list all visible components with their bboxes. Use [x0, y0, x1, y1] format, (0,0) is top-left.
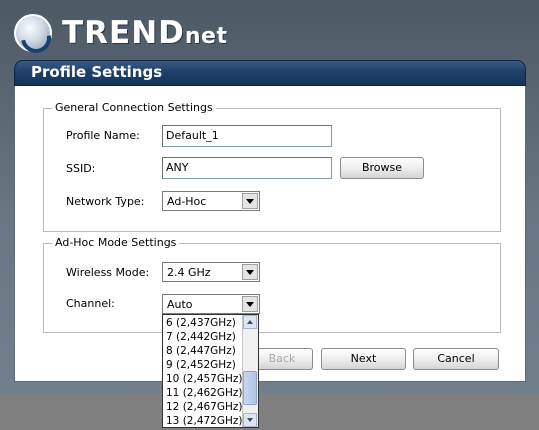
scroll-up-arrow-icon[interactable] [243, 315, 257, 329]
app-window: TRENDnet Profile Settings General Connec… [0, 0, 539, 394]
wireless-mode-label: Wireless Mode: [66, 266, 150, 279]
channel-option[interactable]: 9 (2,452GHz) [166, 359, 236, 371]
network-type-value: Ad-Hoc [167, 195, 207, 208]
page-title: Profile Settings [31, 63, 163, 81]
profile-name-label: Profile Name: [66, 129, 140, 142]
general-connection-settings-legend: General Connection Settings [52, 101, 216, 114]
channel-option[interactable]: 6 (2,437GHz) [166, 317, 236, 329]
logo-text: TRENDnet [62, 15, 228, 51]
profile-name-field[interactable]: Default_1 [162, 125, 332, 147]
profile-settings-panel: General Connection Settings Profile Name… [14, 86, 526, 382]
network-type-select[interactable]: Ad-Hoc [162, 191, 260, 211]
panel-header: Profile Settings [14, 60, 526, 86]
channel-dropdown-arrow-icon[interactable] [242, 296, 258, 312]
general-connection-settings-group: General Connection Settings Profile Name… [43, 101, 501, 232]
wireless-mode-value: 2.4 GHz [167, 266, 211, 279]
channel-option[interactable]: 11 (2,462GHz) [166, 387, 243, 399]
channel-option[interactable]: 12 (2,467GHz) [166, 401, 243, 413]
wireless-mode-dropdown-arrow-icon[interactable] [242, 264, 258, 280]
scrollbar-thumb[interactable] [243, 371, 257, 405]
channel-select[interactable]: Auto [162, 294, 260, 314]
ssid-label: SSID: [66, 162, 96, 175]
trendnet-logo-icon [14, 14, 52, 52]
channel-option[interactable]: 13 (2,472GHz) [166, 415, 243, 427]
channel-value: Auto [167, 298, 193, 311]
adhoc-mode-settings-group: Ad-Hoc Mode Settings Wireless Mode: 2.4 … [43, 236, 501, 333]
desktop-background [0, 394, 539, 430]
wireless-mode-select[interactable]: 2.4 GHz [162, 262, 260, 282]
channel-label: Channel: [66, 297, 115, 310]
browse-button[interactable]: Browse [340, 157, 424, 179]
channel-list-scrollbar[interactable] [242, 315, 258, 427]
network-type-label: Network Type: [66, 195, 145, 208]
adhoc-mode-settings-legend: Ad-Hoc Mode Settings [52, 236, 180, 249]
channel-dropdown-list[interactable]: 6 (2,437GHz) 7 (2,442GHz) 8 (2,447GHz) 9… [162, 314, 259, 428]
back-button[interactable]: Back [251, 348, 313, 370]
ssid-field[interactable]: ANY [162, 157, 332, 179]
channel-option[interactable]: 7 (2,442GHz) [166, 331, 236, 343]
scroll-down-arrow-icon[interactable] [243, 413, 257, 427]
trendnet-logo: TRENDnet [14, 10, 227, 56]
next-button[interactable]: Next [321, 348, 406, 370]
cancel-button[interactable]: Cancel [413, 348, 499, 370]
network-type-dropdown-arrow-icon[interactable] [242, 193, 258, 209]
channel-option[interactable]: 10 (2,457GHz) [166, 373, 243, 385]
channel-option[interactable]: 8 (2,447GHz) [166, 345, 236, 357]
